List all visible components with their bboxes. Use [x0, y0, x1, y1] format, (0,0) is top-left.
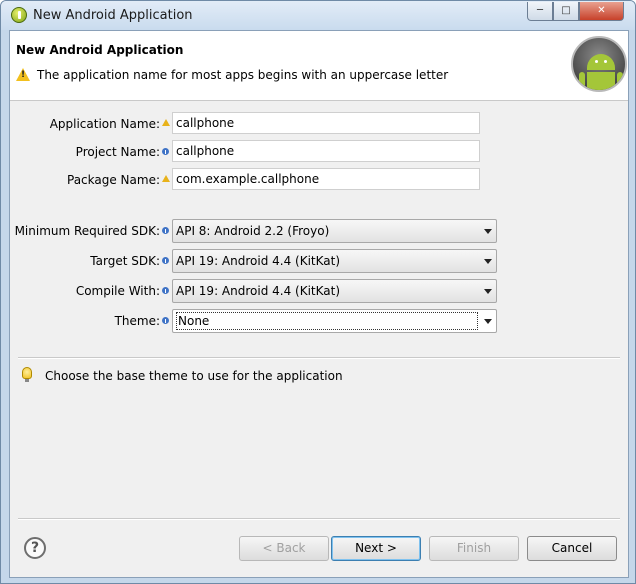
compile-with-label: Compile With: [75, 284, 160, 298]
warning-indicator-icon [162, 119, 170, 126]
window-title: New Android Application [33, 8, 193, 23]
project-name-label: Project Name: [75, 145, 160, 159]
eclipse-app-icon [11, 7, 27, 23]
separator [18, 357, 620, 359]
banner-title: New Android Application [16, 43, 184, 57]
info-indicator-icon [162, 227, 169, 234]
application-name-label: Application Name: [49, 117, 160, 131]
compile-with-value: API 19: Android 4.4 (KitKat) [176, 284, 341, 298]
hint-text: Choose the base theme to use for the app… [45, 369, 343, 383]
info-indicator-icon [162, 317, 169, 324]
cancel-button[interactable]: Cancel [527, 536, 617, 561]
package-name-input[interactable]: com.example.callphone [172, 168, 480, 190]
chevron-down-icon [484, 259, 492, 264]
back-button[interactable]: < Back [239, 536, 329, 561]
warning-icon [16, 68, 30, 81]
android-head [587, 54, 615, 70]
finish-button[interactable]: Finish [429, 536, 519, 561]
android-body [587, 72, 615, 90]
chevron-down-icon [484, 289, 492, 294]
theme-value: None [176, 312, 478, 330]
chevron-down-icon [484, 319, 492, 324]
target-sdk-dropdown[interactable]: API 19: Android 4.4 (KitKat) [172, 249, 497, 273]
min-sdk-label: Minimum Required SDK: [14, 224, 160, 238]
footer-separator [18, 518, 620, 520]
minimize-button[interactable]: ─ [527, 2, 553, 21]
theme-label: Theme: [114, 314, 160, 328]
info-indicator-icon [162, 287, 169, 294]
project-name-input[interactable]: callphone [172, 140, 480, 162]
info-indicator-icon [162, 148, 169, 155]
android-left-arm [579, 72, 585, 88]
close-button[interactable]: ✕ [579, 2, 624, 21]
package-name-label: Package Name: [67, 173, 160, 187]
android-logo-icon [571, 36, 627, 92]
min-sdk-dropdown[interactable]: API 8: Android 2.2 (Froyo) [172, 219, 497, 243]
maximize-button[interactable]: □ [553, 2, 579, 21]
dialog-window: New Android Application ─ □ ✕ New Androi… [0, 0, 636, 584]
help-icon[interactable]: ? [24, 537, 46, 559]
compile-with-dropdown[interactable]: API 19: Android 4.4 (KitKat) [172, 279, 497, 303]
application-name-input[interactable]: callphone [172, 112, 480, 134]
info-indicator-icon [162, 257, 169, 264]
target-sdk-value: API 19: Android 4.4 (KitKat) [176, 254, 341, 268]
warning-indicator-icon [162, 175, 170, 182]
dialog-content: New Android Application The application … [9, 30, 629, 578]
chevron-down-icon [484, 229, 492, 234]
min-sdk-value: API 8: Android 2.2 (Froyo) [176, 224, 330, 238]
wizard-banner: New Android Application The application … [10, 31, 628, 101]
banner-message: The application name for most apps begin… [37, 68, 449, 82]
next-button[interactable]: Next > [331, 536, 421, 561]
theme-dropdown[interactable]: None [172, 309, 497, 333]
lightbulb-icon [22, 367, 32, 382]
target-sdk-label: Target SDK: [90, 254, 160, 268]
title-bar[interactable]: New Android Application ─ □ ✕ [1, 1, 635, 30]
android-right-arm [617, 72, 623, 88]
